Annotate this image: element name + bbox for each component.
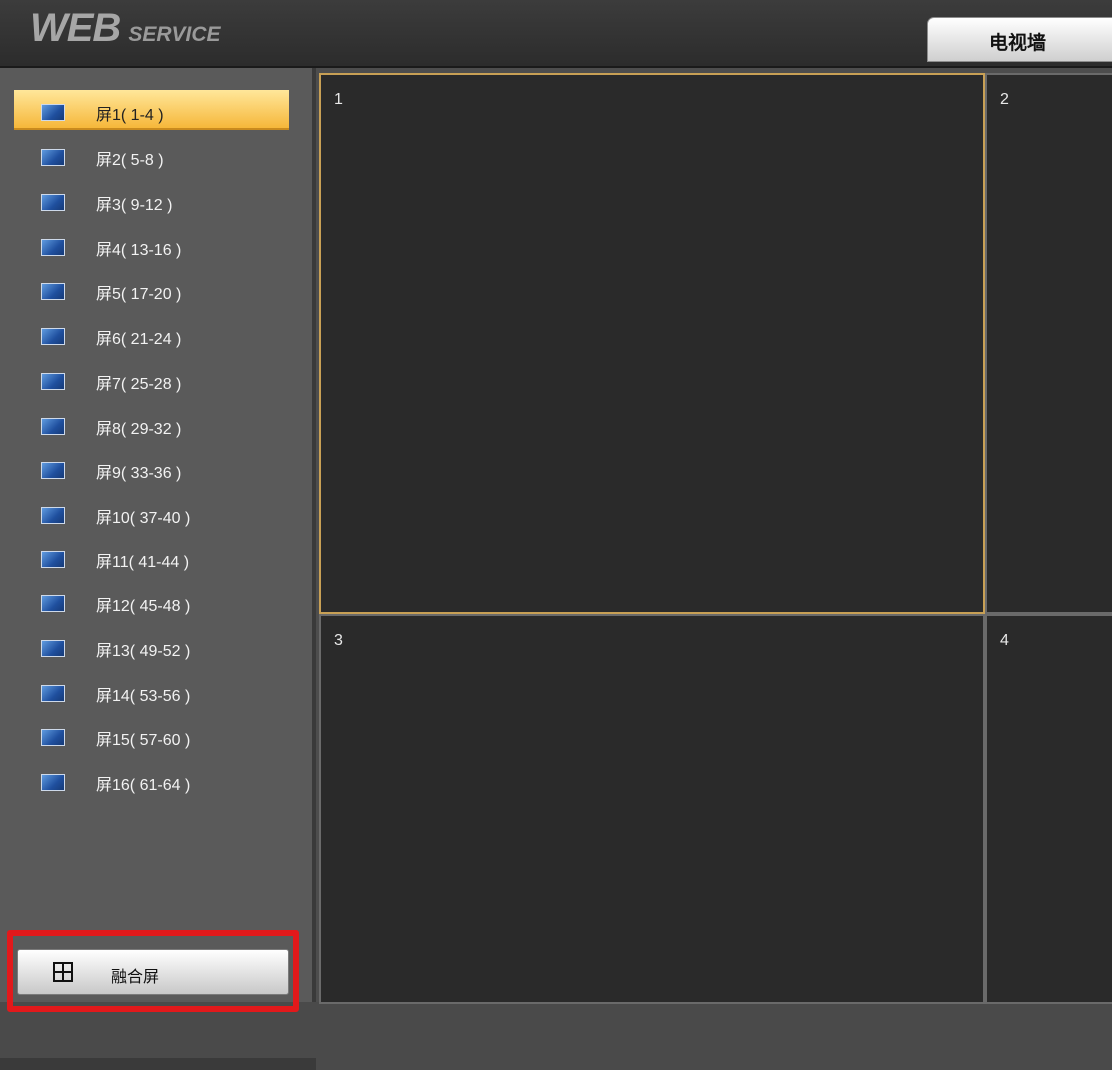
screen-item-label: 屏16( 61-64 ) [96,777,191,794]
highlight-box: 融合屏 [7,930,299,1012]
pane-number: 3 [334,632,343,649]
screen-item-9[interactable]: 屏9( 33-36 ) [14,448,289,488]
screen-item-label: 屏11( 41-44 ) [96,554,190,571]
screen-item-12[interactable]: 屏12( 45-48 ) [14,581,289,621]
panel-bottom-bar [0,1058,316,1070]
screen-item-label: 屏5( 17-20 ) [96,286,182,303]
logo-sub: SERVICE [128,23,221,46]
header: WEB SERVICE 电视墙 [0,0,1112,68]
screen-item-11[interactable]: 屏11( 41-44 ) [14,537,289,577]
screen-item-label: 屏3( 9-12 ) [96,197,173,214]
screen-icon [41,239,65,256]
screen-item-label: 屏1( 1-4 ) [96,107,164,124]
pane-number: 4 [1000,632,1009,649]
screen-item-14[interactable]: 屏14( 53-56 ) [14,671,289,711]
screen-icon [41,194,65,211]
screen-item-3[interactable]: 屏3( 9-12 ) [14,180,289,220]
screen-item-13[interactable]: 屏13( 49-52 ) [14,626,289,666]
tab-tv-wall-label: 电视墙 [989,33,1047,54]
screen-item-label: 屏9( 33-36 ) [96,465,182,482]
screen-item-label: 屏6( 21-24 ) [96,331,182,348]
screen-item-4[interactable]: 屏4( 13-16 ) [14,225,289,265]
screen-item-15[interactable]: 屏15( 57-60 ) [14,715,289,755]
screen-icon [41,595,65,612]
fusion-screen-button[interactable]: 融合屏 [17,949,289,995]
screen-item-16[interactable]: 屏16( 61-64 ) [14,760,289,800]
screen-list-panel: 屏1( 1-4 ) 屏2( 5-8 ) 屏3( 9-12 ) 屏4( 13-16… [0,68,316,1070]
screen-item-label: 屏12( 45-48 ) [96,598,191,615]
video-pane-3[interactable]: 3 [319,614,985,1004]
screen-item-label: 屏7( 25-28 ) [96,376,182,393]
screen-item-label: 屏2( 5-8 ) [96,152,164,169]
screen-item-label: 屏15( 57-60 ) [96,732,191,749]
video-pane-4[interactable]: 4 [985,614,1112,1004]
video-pane-2[interactable]: 2 [985,73,1112,614]
screen-icon [41,462,65,479]
tab-tv-wall[interactable]: 电视墙 [927,17,1112,62]
screen-item-label: 屏14( 53-56 ) [96,688,191,705]
screen-icon [41,418,65,435]
video-pane-1[interactable]: 1 [319,73,985,614]
grid-icon [53,962,73,982]
screen-icon [41,685,65,702]
screen-item-label: 屏8( 29-32 ) [96,421,182,438]
screen-icon [41,373,65,390]
screen-icon [41,551,65,568]
screen-item-2[interactable]: 屏2( 5-8 ) [14,135,289,175]
screen-item-10[interactable]: 屏10( 37-40 ) [14,493,289,533]
screen-icon [41,774,65,791]
screen-item-label: 屏13( 49-52 ) [96,643,191,660]
screen-icon [41,729,65,746]
logo-main: WEB [30,6,121,50]
screen-icon [41,149,65,166]
screen-item-8[interactable]: 屏8( 29-32 ) [14,404,289,444]
screen-icon [41,283,65,300]
video-wall-area: 1 2 3 4 [316,68,1112,1004]
screen-icon [41,640,65,657]
screen-item-1[interactable]: 屏1( 1-4 ) [14,90,289,130]
fusion-screen-label: 融合屏 [111,969,160,986]
pane-number: 2 [1000,91,1009,108]
screen-item-6[interactable]: 屏6( 21-24 ) [14,314,289,354]
pane-number: 1 [334,91,343,108]
logo: WEB SERVICE [30,6,221,50]
screen-icon [41,104,65,121]
screen-item-5[interactable]: 屏5( 17-20 ) [14,269,289,309]
screen-icon [41,328,65,345]
screen-item-label: 屏4( 13-16 ) [96,242,182,259]
screen-item-7[interactable]: 屏7( 25-28 ) [14,359,289,399]
screen-item-label: 屏10( 37-40 ) [96,510,191,527]
screen-icon [41,507,65,524]
